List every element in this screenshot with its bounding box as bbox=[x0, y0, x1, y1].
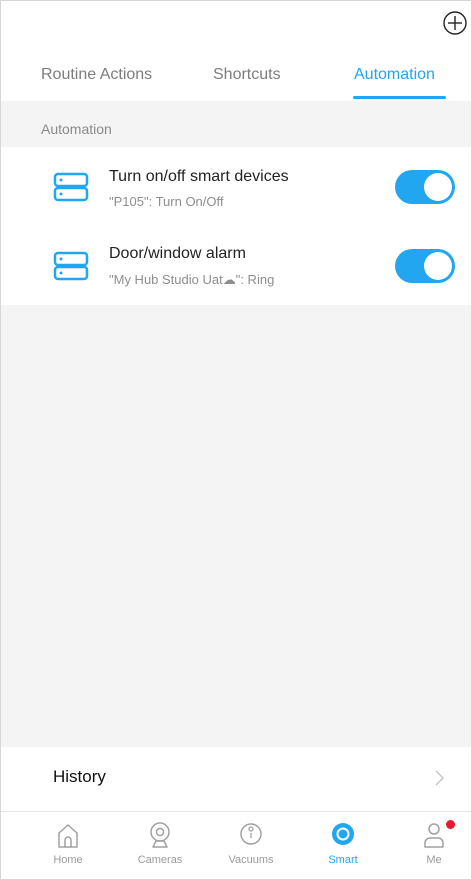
hub-device-icon bbox=[53, 172, 89, 202]
nav-label: Me bbox=[426, 854, 442, 866]
vacuum-icon bbox=[240, 823, 262, 845]
tab-automation[interactable]: Automation bbox=[354, 66, 435, 84]
nav-smart[interactable]: Smart bbox=[298, 812, 388, 879]
toggle-knob bbox=[424, 252, 452, 280]
automation-item-turn-on-off[interactable]: Turn on/off smart devices "P105": Turn O… bbox=[1, 147, 471, 226]
tab-shortcuts[interactable]: Shortcuts bbox=[213, 66, 281, 84]
automation-title: Turn on/off smart devices bbox=[109, 168, 289, 185]
nav-label: Vacuums bbox=[228, 854, 274, 866]
nav-home[interactable]: Home bbox=[23, 812, 113, 879]
chevron-right-icon bbox=[435, 770, 444, 786]
camera-icon bbox=[150, 822, 170, 848]
smart-icon bbox=[332, 823, 354, 845]
automation-subtitle: "My Hub Studio Uat☁": Ring bbox=[109, 272, 275, 287]
notification-badge bbox=[446, 820, 455, 829]
automation-toggle[interactable] bbox=[395, 170, 455, 204]
tab-bar: Routine Actions Shortcuts Automation bbox=[1, 63, 471, 101]
history-row[interactable]: History bbox=[1, 747, 471, 811]
nav-label: Smart bbox=[328, 854, 358, 866]
tab-routine-actions[interactable]: Routine Actions bbox=[41, 66, 152, 84]
automation-item-door-window-alarm[interactable]: Door/window alarm "My Hub Studio Uat☁": … bbox=[1, 226, 471, 305]
history-label: History bbox=[53, 767, 106, 786]
section-label: Automation bbox=[41, 121, 112, 137]
automation-title: Door/window alarm bbox=[109, 245, 246, 262]
active-tab-indicator bbox=[353, 96, 446, 99]
app-screen: Routine Actions Shortcuts Automation Aut… bbox=[0, 0, 472, 880]
nav-cameras[interactable]: Cameras bbox=[115, 812, 205, 879]
plus-circle-icon[interactable] bbox=[441, 9, 469, 37]
hub-device-icon bbox=[53, 251, 89, 281]
home-icon bbox=[58, 824, 78, 848]
nav-vacuums[interactable]: Vacuums bbox=[206, 812, 296, 879]
person-icon bbox=[424, 823, 444, 848]
toggle-knob bbox=[424, 173, 452, 201]
bottom-nav: Home Cameras Vacuums Smart Me bbox=[1, 811, 471, 879]
automation-subtitle: "P105": Turn On/Off bbox=[109, 194, 224, 209]
nav-me[interactable]: Me bbox=[389, 812, 471, 879]
automation-list: Turn on/off smart devices "P105": Turn O… bbox=[1, 147, 471, 305]
nav-label: Cameras bbox=[137, 854, 183, 866]
nav-label: Home bbox=[53, 854, 83, 866]
automation-toggle[interactable] bbox=[395, 249, 455, 283]
top-bar: Routine Actions Shortcuts Automation bbox=[1, 1, 471, 101]
